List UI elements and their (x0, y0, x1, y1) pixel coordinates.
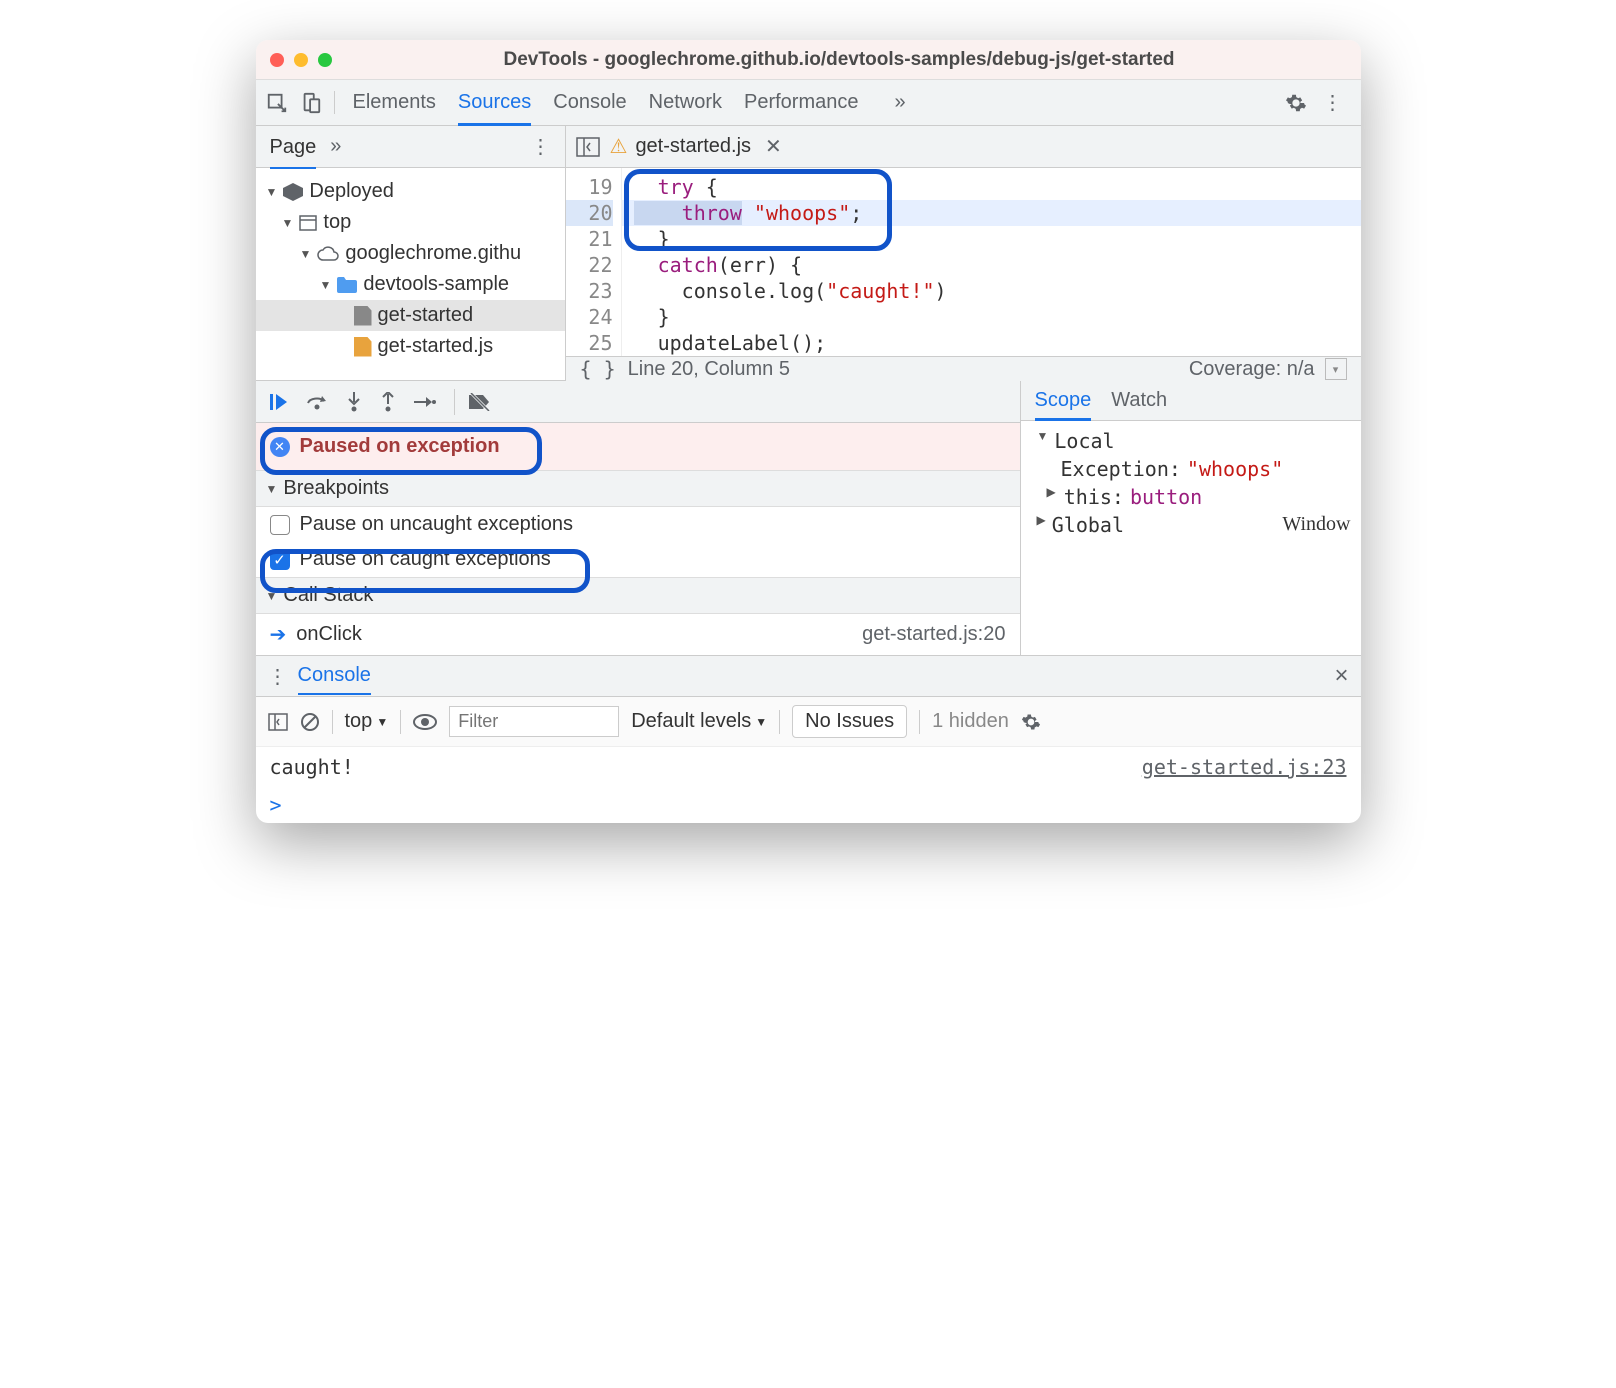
step-out-icon[interactable] (380, 390, 396, 413)
log-source-link[interactable]: get-started.js:23 (1142, 755, 1347, 779)
deactivate-breakpoints-icon[interactable] (454, 389, 491, 415)
tree-domain[interactable]: ▼googlechrome.githu (256, 238, 565, 269)
file-tab[interactable]: ⚠ get-started.js ✕ (610, 134, 782, 159)
code-lines[interactable]: try { throw "whoops"; } catch(err) { con… (622, 168, 1361, 356)
page-tab[interactable]: Page (270, 136, 317, 169)
deployed-icon (283, 183, 303, 201)
hidden-count: 1 hidden (932, 710, 1009, 733)
pretty-print-icon[interactable]: { } (580, 357, 616, 381)
settings-icon[interactable] (1285, 91, 1307, 114)
maximize-window-icon[interactable] (318, 53, 332, 67)
tab-sources[interactable]: Sources (458, 91, 531, 126)
code-editor: 19 20 21 22 23 24 25 try { throw "whoops… (566, 168, 1361, 380)
step-icon[interactable] (414, 390, 436, 413)
close-file-icon[interactable]: ✕ (765, 134, 782, 159)
console-drawer: ⋮ Console × top▼ Default levels▼ No Issu… (256, 655, 1361, 823)
debugger-toolbar (256, 381, 1020, 423)
filter-input[interactable] (449, 706, 619, 737)
device-toggle-icon[interactable] (300, 91, 322, 114)
window-title: DevTools - googlechrome.github.io/devtoo… (332, 49, 1347, 71)
console-toolbar: top▼ Default levels▼ No Issues 1 hidden (256, 697, 1361, 747)
devtools-window: DevTools - googlechrome.github.io/devtoo… (256, 40, 1361, 823)
clear-console-icon[interactable] (300, 710, 320, 733)
tree-file-js[interactable]: get-started.js (256, 331, 565, 362)
file-tree: ▼Deployed ▼top ▼googlechrome.githu ▼devt… (256, 168, 566, 380)
js-file-icon (354, 337, 372, 357)
line-gutter: 19 20 21 22 23 24 25 (566, 168, 622, 356)
callstack-frame[interactable]: ➔ onClick get-started.js:20 (256, 614, 1020, 655)
tab-watch[interactable]: Watch (1111, 389, 1167, 412)
coverage-label: Coverage: n/a (1189, 358, 1315, 381)
scope-pane: Scope Watch ▼Local Exception: "whoops" ▶… (1021, 381, 1361, 655)
more-nav-icon[interactable]: » (330, 135, 341, 158)
editor-statusbar: { } Line 20, Column 5 Coverage: n/a ▾ (566, 356, 1361, 381)
log-levels-selector[interactable]: Default levels▼ (631, 710, 767, 733)
tree-file-html[interactable]: get-started (256, 300, 565, 331)
minimize-window-icon[interactable] (294, 53, 308, 67)
file-tab-label: get-started.js (635, 135, 751, 158)
no-issues-badge[interactable]: No Issues (792, 705, 907, 738)
inspect-icon[interactable] (266, 91, 288, 114)
cursor-position: Line 20, Column 5 (628, 358, 790, 381)
context-selector[interactable]: top▼ (345, 710, 389, 733)
step-over-icon[interactable] (306, 390, 328, 413)
cloud-icon (317, 246, 339, 262)
debugger-left-pane: ✕ Paused on exception ▼Breakpoints Pause… (256, 381, 1021, 655)
document-icon (354, 306, 372, 326)
close-window-icon[interactable] (270, 53, 284, 67)
warning-icon: ⚠ (610, 134, 628, 159)
scope-local[interactable]: ▼Local (1031, 427, 1351, 455)
tab-console[interactable]: Console (553, 91, 626, 114)
nav-kebab-icon[interactable]: ⋮ (531, 134, 551, 159)
titlebar: DevTools - googlechrome.github.io/devtoo… (256, 40, 1361, 80)
callstack-header[interactable]: ▼Call Stack (256, 577, 1020, 614)
live-expression-icon[interactable] (413, 710, 437, 733)
tree-top[interactable]: ▼top (256, 207, 565, 238)
tree-deployed[interactable]: ▼Deployed (256, 176, 565, 207)
step-into-icon[interactable] (346, 390, 362, 413)
tab-elements[interactable]: Elements (353, 91, 436, 114)
drawer-kebab-icon[interactable]: ⋮ (268, 664, 288, 689)
breakpoints-header[interactable]: ▼Breakpoints (256, 470, 1020, 507)
kebab-menu-icon[interactable]: ⋮ (1323, 90, 1343, 115)
main-toolbar: Elements Sources Console Network Perform… (256, 80, 1361, 126)
tab-scope[interactable]: Scope (1035, 389, 1092, 421)
close-drawer-icon[interactable]: × (1334, 662, 1348, 690)
resume-icon[interactable] (270, 390, 288, 413)
paused-banner: ✕ Paused on exception (256, 423, 1020, 470)
frame-icon (299, 215, 317, 231)
checkbox-uncaught[interactable] (270, 515, 290, 535)
console-log-line: caught! get-started.js:23 (256, 747, 1361, 787)
tab-network[interactable]: Network (649, 91, 722, 114)
tab-performance[interactable]: Performance (744, 91, 859, 114)
console-settings-icon[interactable] (1021, 710, 1041, 733)
more-tabs-icon[interactable]: » (895, 91, 906, 114)
scope-global[interactable]: ▶GlobalWindow (1031, 511, 1351, 539)
window-controls (270, 53, 332, 67)
sources-subbar: Page » ⋮ ⚠ get-started.js ✕ (256, 126, 1361, 168)
paused-info-icon: ✕ (270, 437, 290, 457)
console-sidebar-icon[interactable] (268, 710, 288, 733)
pause-uncaught-row[interactable]: Pause on uncaught exceptions (256, 507, 1020, 542)
paused-message: Paused on exception (300, 435, 500, 458)
checkbox-caught[interactable]: ✓ (270, 550, 290, 570)
coverage-toggle-icon[interactable]: ▾ (1325, 358, 1347, 380)
current-frame-icon: ➔ (270, 622, 287, 647)
pause-caught-row[interactable]: ✓ Pause on caught exceptions (256, 542, 1020, 577)
console-prompt[interactable]: > (256, 787, 1361, 823)
scope-exception: Exception: "whoops" (1031, 455, 1351, 483)
drawer-tab-console[interactable]: Console (298, 664, 371, 695)
folder-icon (337, 277, 357, 293)
toggle-navigator-icon[interactable] (576, 135, 600, 158)
scope-this[interactable]: ▶this: button (1031, 483, 1351, 511)
tree-folder[interactable]: ▼devtools-sample (256, 269, 565, 300)
